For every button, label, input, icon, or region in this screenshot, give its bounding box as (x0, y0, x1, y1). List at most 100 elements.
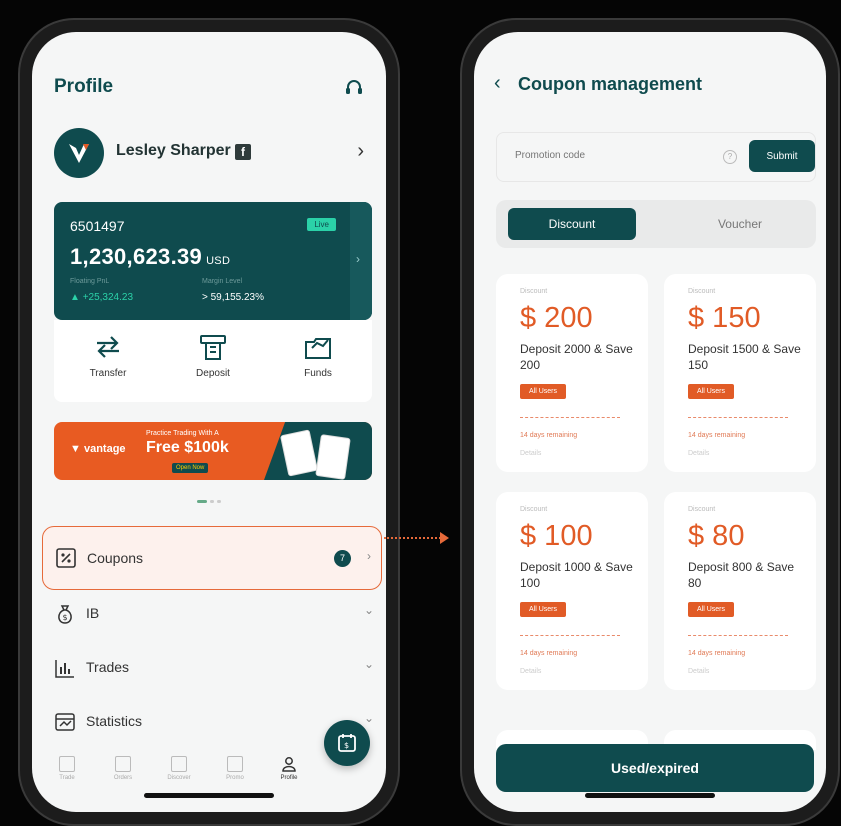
home-indicator (144, 793, 274, 798)
tab-promo-label: Promo (226, 775, 244, 781)
back-icon[interactable]: ‹ (494, 72, 501, 95)
page-title: Profile (54, 76, 114, 97)
tab-orders[interactable]: Orders (98, 756, 148, 781)
connector-arrow-line (384, 537, 444, 539)
chevron-right-icon: › (356, 252, 360, 266)
home-indicator (585, 793, 715, 798)
coupon-details-link[interactable]: Details (688, 668, 709, 675)
coupon-remaining: 14 days remaining (520, 432, 578, 439)
tab-trade-label: Trade (59, 775, 75, 781)
chevron-down-icon: ⌄ (363, 657, 374, 671)
balance-value: 1,230,623.39 (70, 244, 203, 269)
facebook-icon: f (235, 144, 251, 160)
menu-item-coupons[interactable]: Coupons 7 › (42, 526, 382, 590)
connector-arrow-icon (440, 532, 449, 544)
coupon-amount: $ 150 (688, 302, 761, 334)
carousel-dot[interactable] (217, 500, 221, 503)
account-balance: 1,230,623.39 USD (70, 244, 230, 270)
coupon-audience-badge: All Users (688, 384, 735, 399)
banner-logo: ▼ vantage (70, 443, 126, 455)
account-card[interactable]: 6501497 Live 1,230,623.39 USD Floating Pn… (54, 202, 372, 320)
chevron-right-icon: › (367, 549, 371, 563)
help-icon[interactable]: ? (723, 150, 737, 164)
promo-banner[interactable]: ▼ vantage Practice Trading With A Free $… (54, 422, 372, 480)
tab-orders-label: Orders (113, 775, 133, 781)
promo-code-bar: ? Submit (496, 132, 816, 182)
carousel-dot[interactable] (210, 500, 214, 503)
trade-tab-icon (59, 756, 75, 772)
menu-label-ib: IB (86, 605, 100, 621)
coupon-audience-badge: All Users (520, 602, 567, 617)
transfer-label: Transfer (89, 368, 127, 379)
deposit-icon (200, 335, 226, 360)
floating-pnl-value: ▲ +25,324.23 (70, 292, 134, 303)
gift-tab-icon (227, 756, 243, 772)
floating-pnl-number: +25,324.23 (82, 292, 134, 303)
banner-subtitle: Practice Trading With A (146, 430, 219, 437)
coupon-divider (688, 417, 788, 418)
deposit-button[interactable]: Deposit (173, 334, 253, 379)
coupon-divider (520, 635, 620, 636)
coupon-phone: ‹ Coupon management ? Submit Discount Vo… (460, 18, 840, 826)
headset-icon[interactable] (344, 78, 364, 98)
coupon-count-badge: 7 (334, 550, 351, 567)
coupon-remaining: 14 days remaining (688, 650, 746, 657)
coupon-divider (688, 635, 788, 636)
status-badge: Live (307, 218, 336, 231)
chevron-right-icon[interactable]: › (357, 140, 364, 163)
coupon-details-link[interactable]: Details (520, 450, 541, 457)
submit-button[interactable]: Submit (749, 140, 815, 172)
coupon-audience-badge: All Users (520, 384, 567, 399)
banner-cta[interactable]: Open Now (172, 463, 209, 473)
tab-voucher[interactable]: Voucher (678, 208, 802, 240)
coupon-description: Deposit 1500 & Save 150 (688, 342, 801, 372)
tab-discount[interactable]: Discount (508, 208, 636, 240)
coupon-card[interactable]: Discount $ 200 Deposit 2000 & Save 200 A… (496, 274, 648, 472)
menu-item-ib[interactable]: $ IB ⌄ (54, 588, 374, 640)
tab-discover-label: Discover (167, 775, 191, 781)
coupon-screen: ‹ Coupon management ? Submit Discount Vo… (474, 32, 826, 812)
svg-text:$: $ (63, 613, 68, 622)
calendar-money-icon: $ (338, 734, 356, 752)
promo-code-input[interactable] (515, 150, 695, 161)
coupon-icon (56, 548, 76, 568)
tab-promo[interactable]: Promo (210, 756, 260, 781)
margin-level-label: Margin Level (202, 278, 243, 285)
profile-phone: Profile Lesley Sharper f › 6501497 Live … (18, 18, 400, 826)
trades-chart-icon (55, 660, 74, 678)
coupon-amount: $ 80 (688, 520, 745, 552)
carousel-dot[interactable] (197, 500, 207, 503)
banner-phone-image (315, 434, 351, 480)
margin-level-value: > 59,155.23% (202, 292, 264, 303)
coupon-card[interactable]: Discount $ 150 Deposit 1500 & Save 150 A… (664, 274, 816, 472)
tab-discover[interactable]: Discover (154, 756, 204, 781)
user-name: Lesley Sharper (116, 142, 231, 159)
coupon-details-link[interactable]: Details (688, 450, 709, 457)
floating-pnl-label: Floating PnL (70, 278, 110, 285)
used-expired-button[interactable]: Used/expired (496, 744, 814, 792)
coupon-card[interactable]: Discount $ 80 Deposit 800 & Save 80 All … (664, 492, 816, 690)
tab-trade[interactable]: Trade (42, 756, 92, 781)
next-account-peek[interactable]: › (350, 202, 372, 320)
menu-label-statistics: Statistics (86, 713, 143, 729)
profile-tab-icon (282, 757, 296, 772)
funds-button[interactable]: Funds (278, 334, 358, 379)
coupon-audience-badge: All Users (688, 602, 735, 617)
menu-label-trades: Trades (86, 659, 130, 675)
coupon-type: Discount (520, 506, 548, 513)
menu-item-trades[interactable]: Trades ⌄ (54, 642, 374, 694)
coupon-type-tabs: Discount Voucher (496, 200, 816, 248)
banner-logo-text: vantage (83, 443, 126, 455)
coupon-description: Deposit 1000 & Save 100 (520, 560, 633, 590)
deposit-label: Deposit (196, 368, 230, 379)
coupon-card[interactable]: Discount $ 100 Deposit 1000 & Save 100 A… (496, 492, 648, 690)
quick-actions: Transfer Deposit Funds (54, 320, 372, 402)
moneybag-icon: $ (58, 605, 72, 624)
coupon-details-link[interactable]: Details (520, 668, 541, 675)
floating-action-button[interactable]: $ (324, 720, 370, 766)
user-row[interactable]: Lesley Sharper f › (54, 128, 364, 178)
coupon-divider (520, 417, 620, 418)
avatar (54, 128, 104, 178)
tab-profile[interactable]: Profile (264, 756, 314, 781)
transfer-button[interactable]: Transfer (68, 334, 148, 379)
